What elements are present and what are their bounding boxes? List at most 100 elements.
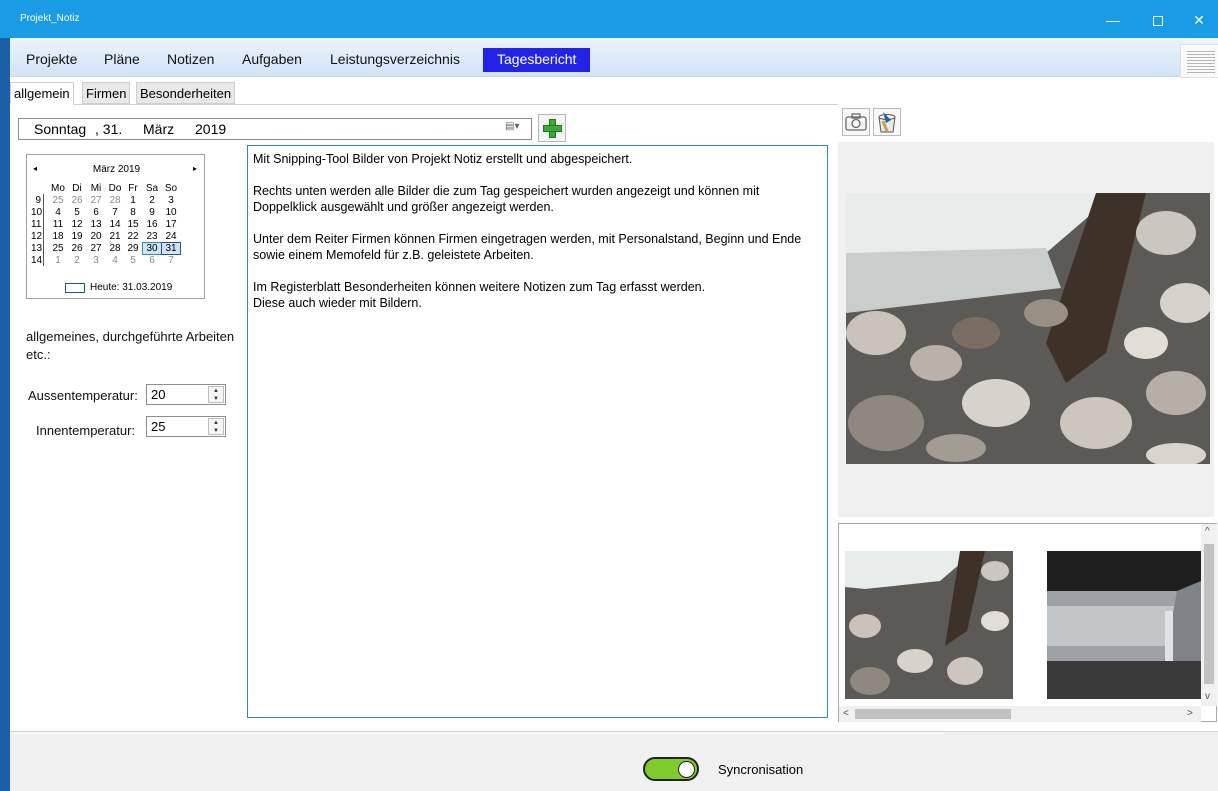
add-entry-button[interactable] xyxy=(538,114,566,142)
calendar-day[interactable]: 18 xyxy=(49,231,67,242)
date-picker[interactable]: Sonntag , 31. März 2019 ▤▾ xyxy=(18,118,532,140)
spin-down-icon[interactable]: ▼ xyxy=(213,396,219,402)
calendar-weekday: Mo xyxy=(51,183,65,194)
calendar-weekday: Fr xyxy=(128,183,138,194)
calendar-next-icon[interactable]: ▸ xyxy=(193,164,197,173)
calendar-day[interactable]: 9 xyxy=(143,207,161,218)
memo-paragraph: Unter dem Reiter Firmen können Firmen ei… xyxy=(253,232,802,262)
menu-projekte[interactable]: Projekte xyxy=(22,48,81,72)
notes-textarea[interactable]: Mit Snipping-Tool Bilder von Projekt Not… xyxy=(247,145,828,718)
calendar-day[interactable]: 29 xyxy=(124,243,142,254)
calendar-day[interactable]: 25 xyxy=(49,243,67,254)
minimize-button[interactable]: — xyxy=(1090,0,1136,38)
memo-paragraph: Rechts unten werden alle Bilder die zum … xyxy=(253,184,760,214)
screenshot-button[interactable] xyxy=(842,108,870,136)
memo-paragraph: Diese auch wieder mit Bildern. xyxy=(253,296,422,310)
horizontal-scroll-thumb[interactable] xyxy=(855,709,1011,719)
menu-notizen[interactable]: Notizen xyxy=(163,48,218,72)
scroll-left-icon[interactable]: < xyxy=(843,708,849,719)
scroll-right-icon[interactable]: > xyxy=(1187,708,1193,719)
calendar-weekday: Do xyxy=(108,183,122,194)
menu-plaene[interactable]: Pläne xyxy=(100,48,144,72)
outdoor-temp-spin-buttons[interactable]: ▲ ▼ xyxy=(208,386,224,403)
calendar-week-row: 14 1 2 3 4 5 6 7 xyxy=(27,255,206,266)
calendar-day[interactable]: 8 xyxy=(124,207,142,218)
calendar-day[interactable]: 5 xyxy=(68,207,86,218)
thumbnail-image[interactable] xyxy=(845,551,1013,699)
tab-firmen[interactable]: Firmen xyxy=(82,82,131,104)
calendar-day[interactable]: 2 xyxy=(143,195,161,206)
hamburger-icon[interactable] xyxy=(1180,44,1218,78)
calendar-day[interactable]: 10 xyxy=(162,207,180,218)
menu-tagesbericht[interactable]: Tagesbericht xyxy=(483,48,591,72)
calendar-day[interactable]: 17 xyxy=(162,219,180,230)
vertical-scroll-thumb[interactable] xyxy=(1204,544,1214,684)
calendar-dropdown-icon[interactable]: ▤▾ xyxy=(505,121,519,132)
calendar-day[interactable]: 21 xyxy=(106,231,124,242)
calendar-day[interactable]: 27 xyxy=(87,195,105,206)
spin-up-icon[interactable]: ▲ xyxy=(213,420,219,426)
menu-aufgaben[interactable]: Aufgaben xyxy=(238,48,306,72)
calendar-day[interactable]: 7 xyxy=(162,255,180,266)
scroll-up-icon[interactable]: ^ xyxy=(1205,526,1210,537)
calendar-day[interactable]: 4 xyxy=(106,255,124,266)
calendar-day[interactable]: 3 xyxy=(87,255,105,266)
calendar-day[interactable]: 12 xyxy=(68,219,86,230)
calendar-day[interactable]: 5 xyxy=(124,255,142,266)
window-title: Projekt_Notiz xyxy=(20,13,80,24)
calendar-week-number: 14 xyxy=(31,255,43,266)
menu-leistungsverzeichnis[interactable]: Leistungsverzeichnis xyxy=(326,48,464,72)
close-button[interactable]: ✕ xyxy=(1176,0,1218,38)
calendar-day[interactable]: 23 xyxy=(143,231,161,242)
gallery-horizontal-scrollbar[interactable]: < > xyxy=(839,706,1201,722)
calendar-day[interactable]: 6 xyxy=(143,255,161,266)
calendar-week-number: 12 xyxy=(31,231,43,242)
thumbnail-image[interactable] xyxy=(1047,551,1201,699)
calendar-day[interactable]: 28 xyxy=(106,243,124,254)
calendar-day[interactable]: 11 xyxy=(49,219,67,230)
selected-image[interactable] xyxy=(846,193,1210,464)
spin-down-icon[interactable]: ▼ xyxy=(213,428,219,434)
outdoor-temp-label: Aussentemperatur: xyxy=(28,388,138,403)
main-menu: Projekte Pläne Notizen Aufgaben Leistung… xyxy=(10,38,1218,78)
calendar-day[interactable]: 4 xyxy=(49,207,67,218)
calendar-today-label[interactable]: Heute: 31.03.2019 xyxy=(90,282,172,293)
calendar-day[interactable]: 26 xyxy=(68,243,86,254)
spin-up-icon[interactable]: ▲ xyxy=(213,388,219,394)
sync-toggle[interactable] xyxy=(643,757,699,781)
calendar-day[interactable]: 25 xyxy=(49,195,67,206)
calendar-today-marker xyxy=(65,283,85,293)
save-image-button[interactable] xyxy=(873,108,901,136)
indoor-temp-spin-buttons[interactable]: ▲ ▼ xyxy=(208,418,224,435)
calendar-day[interactable]: 6 xyxy=(87,207,105,218)
tab-allgemein[interactable]: allgemein xyxy=(10,82,74,105)
calendar-day[interactable]: 30 xyxy=(142,242,162,255)
calendar-day[interactable]: 31 xyxy=(161,242,181,255)
calendar-weekday: Di xyxy=(72,183,82,194)
month-calendar[interactable]: ◂ März 2019 ▸ Mo Di Mi Do Fr Sa So 9 25 26 27 28 1 2 3… xyxy=(26,154,205,299)
calendar-day[interactable]: 2 xyxy=(68,255,86,266)
indoor-temp-stepper[interactable]: 25 ▲ ▼ xyxy=(146,416,226,437)
calendar-day[interactable]: 28 xyxy=(106,195,124,206)
gallery-vertical-scrollbar[interactable]: ^ v xyxy=(1201,524,1217,706)
calendar-day[interactable]: 14 xyxy=(106,219,124,230)
maximize-button[interactable] xyxy=(1135,0,1181,38)
calendar-day[interactable]: 16 xyxy=(143,219,161,230)
calendar-day[interactable]: 20 xyxy=(87,231,105,242)
scroll-down-icon[interactable]: v xyxy=(1205,691,1210,702)
thumbnail-gallery[interactable]: ^ v < > xyxy=(838,523,1217,722)
calendar-day[interactable]: 7 xyxy=(106,207,124,218)
outdoor-temp-stepper[interactable]: 20 ▲ ▼ xyxy=(146,384,226,405)
calendar-day[interactable]: 27 xyxy=(87,243,105,254)
calendar-week-number: 10 xyxy=(31,207,43,218)
calendar-day[interactable]: 3 xyxy=(162,195,180,206)
calendar-day[interactable]: 24 xyxy=(162,231,180,242)
calendar-day[interactable]: 13 xyxy=(87,219,105,230)
calendar-day[interactable]: 26 xyxy=(68,195,86,206)
calendar-day[interactable]: 19 xyxy=(68,231,86,242)
calendar-day[interactable]: 15 xyxy=(124,219,142,230)
tab-besonderheiten[interactable]: Besonderheiten xyxy=(136,82,236,104)
calendar-day[interactable]: 1 xyxy=(124,195,142,206)
calendar-day[interactable]: 1 xyxy=(49,255,67,266)
calendar-day[interactable]: 22 xyxy=(124,231,142,242)
